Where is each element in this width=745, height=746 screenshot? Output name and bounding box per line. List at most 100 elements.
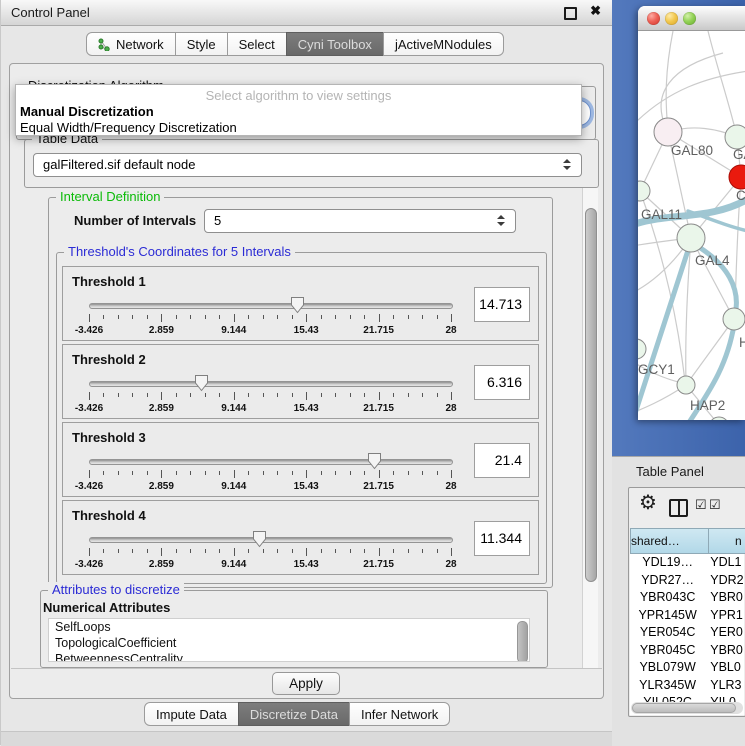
slider-scale-label: 2.859 [149, 403, 174, 414]
attributes-group-title: Attributes to discretize [48, 582, 184, 598]
float-window-icon[interactable] [564, 7, 577, 20]
network-node-gal80[interactable] [654, 118, 682, 146]
slider-tick [306, 314, 307, 322]
table-cell[interactable]: YLR345W [630, 677, 705, 695]
tab-discretize-data[interactable]: Discretize Data [238, 702, 350, 726]
checkbox-checked-icon[interactable]: ☑ [709, 497, 721, 513]
threshold-value-field[interactable]: 21.4 [474, 443, 530, 478]
minimize-traffic-light-icon[interactable] [665, 12, 678, 25]
slider-tick [263, 471, 264, 475]
settings-scrollbar[interactable] [582, 188, 598, 668]
table-data-combobox[interactable]: galFiltered.sif default node [33, 153, 582, 177]
attribute-item-betweennesscentrality[interactable]: BetweennessCentrality [49, 651, 529, 662]
slider-track[interactable] [89, 381, 453, 387]
apply-button[interactable]: Apply [272, 672, 340, 695]
slider-tick [379, 392, 380, 400]
network-node-gal4[interactable] [677, 224, 705, 252]
table-row[interactable]: YDL19…YDL1 [630, 554, 744, 572]
slider-scale-label: 9.144 [221, 559, 246, 570]
slider-tick [176, 315, 177, 319]
network-node-gcy1[interactable] [638, 339, 646, 359]
checkbox-checked-icon[interactable]: ☑ [695, 497, 707, 513]
slider-tick [205, 393, 206, 397]
zoom-traffic-light-icon[interactable] [683, 12, 696, 25]
column-header-1[interactable]: shared… [630, 528, 709, 554]
tab-cyni-toolbox[interactable]: Cyni Toolbox [286, 32, 384, 56]
split-columns-icon[interactable] [669, 499, 688, 517]
table-cell[interactable]: YDR2 [705, 572, 744, 590]
table-cell[interactable]: YBR0 [705, 589, 744, 607]
close-icon[interactable]: ✖ [590, 3, 601, 19]
threshold-value-field[interactable]: 6.316 [474, 365, 530, 400]
column-header-2[interactable]: n [708, 528, 745, 554]
network-node-node-top-right[interactable] [725, 125, 745, 149]
slider-tick [364, 549, 365, 553]
table-row[interactable]: YDR27…YDR2 [630, 572, 744, 590]
table-horizontal-scrollbar-thumb[interactable] [632, 703, 736, 713]
table-cell[interactable]: YLR3 [705, 677, 744, 695]
table-cell[interactable]: YBL0 [705, 659, 744, 677]
settings-scrollbar-thumb[interactable] [585, 208, 597, 582]
table-horizontal-scrollbar[interactable] [631, 702, 743, 714]
table-row[interactable]: YER054CYER0 [630, 624, 744, 642]
slider-tick [306, 548, 307, 556]
slider-tick [408, 471, 409, 475]
table-cell[interactable]: YBR0 [705, 642, 744, 660]
list-scrollbar-thumb[interactable] [517, 621, 528, 662]
table-row[interactable]: YBR043CYBR0 [630, 589, 744, 607]
tab-infer-network[interactable]: Infer Network [349, 702, 450, 726]
network-node-node-h[interactable] [723, 308, 745, 330]
network-node-hap2[interactable] [677, 376, 695, 394]
table-cell[interactable]: YPR1 [705, 607, 744, 625]
tab-style[interactable]: Style [175, 32, 228, 56]
popup-option-manual-discretization[interactable]: Manual Discretization [16, 104, 581, 120]
slider-track[interactable] [89, 537, 453, 543]
slider-tick [393, 315, 394, 319]
slider-tick [364, 393, 365, 397]
table-cell[interactable]: YBR045C [630, 642, 705, 660]
slider-scale-label: 28 [445, 403, 456, 414]
table-cell[interactable]: YPR145W [630, 607, 705, 625]
slider-thumb[interactable] [367, 452, 382, 470]
threshold-slider[interactable]: -3.4262.8599.14415.4321.71528 [89, 535, 451, 573]
popup-option-equal-width-frequency-discretization[interactable]: Equal Width/Frequency Discretization [16, 120, 581, 136]
attribute-item-topologicalcoefficient[interactable]: TopologicalCoefficient [49, 635, 529, 651]
slider-thumb[interactable] [194, 374, 209, 392]
table-cell[interactable]: YDR27… [630, 572, 705, 590]
table-row[interactable]: YBR045CYBR0 [630, 642, 744, 660]
threshold-value-field[interactable]: 14.713 [474, 287, 530, 322]
number-of-intervals-combobox[interactable]: 5 [204, 209, 516, 233]
threshold-slider[interactable]: -3.4262.8599.14415.4321.71528 [89, 379, 451, 417]
table-cell[interactable]: YDL19… [630, 554, 705, 572]
table-row[interactable]: YLR345WYLR3 [630, 677, 744, 695]
slider-track[interactable] [89, 303, 453, 309]
numerical-attributes-list[interactable]: SelfLoopsTopologicalCoefficientBetweenne… [48, 618, 530, 662]
table-cell[interactable]: YER054C [630, 624, 705, 642]
table-cell[interactable]: YDL1 [705, 554, 744, 572]
tab-jactivemnodules[interactable]: jActiveMNodules [383, 32, 504, 56]
table-row[interactable]: YPR145WYPR1 [630, 607, 744, 625]
slider-thumb[interactable] [290, 296, 305, 314]
threshold-slider[interactable]: -3.4262.8599.14415.4321.71528 [89, 301, 451, 339]
table-cell[interactable]: YBR043C [630, 589, 705, 607]
table-cell[interactable]: YBL079W [630, 659, 705, 677]
gear-icon[interactable]: ⚙ [639, 490, 657, 515]
tab-select[interactable]: Select [227, 32, 287, 56]
tab-network[interactable]: Network [86, 32, 176, 56]
network-node-label: H [739, 335, 745, 350]
network-canvas[interactable]: GAL80GACGAL11GAL4GCY1HHAP2 [638, 31, 745, 420]
slider-thumb[interactable] [252, 530, 267, 548]
attribute-item-selfloops[interactable]: SelfLoops [49, 619, 529, 635]
table-row[interactable]: YBL079WYBL0 [630, 659, 744, 677]
node-table-container: ⚙ ☑ ☑ shared…n YDL19…YDL1YDR27…YDR2YBR04… [628, 487, 745, 717]
threshold-value-field[interactable]: 11.344 [474, 521, 530, 556]
threshold-slider[interactable]: -3.4262.8599.14415.4321.71528 [89, 457, 451, 495]
network-view-frame: GAL80GACGAL11GAL4GCY1HHAP2 [612, 0, 745, 456]
slider-tick [379, 470, 380, 478]
tab-impute-data[interactable]: Impute Data [144, 702, 239, 726]
slider-track[interactable] [89, 459, 453, 465]
table-cell[interactable]: YER0 [705, 624, 744, 642]
slider-tick [451, 314, 452, 322]
network-node-node-red[interactable] [729, 165, 745, 189]
close-traffic-light-icon[interactable] [647, 12, 660, 25]
